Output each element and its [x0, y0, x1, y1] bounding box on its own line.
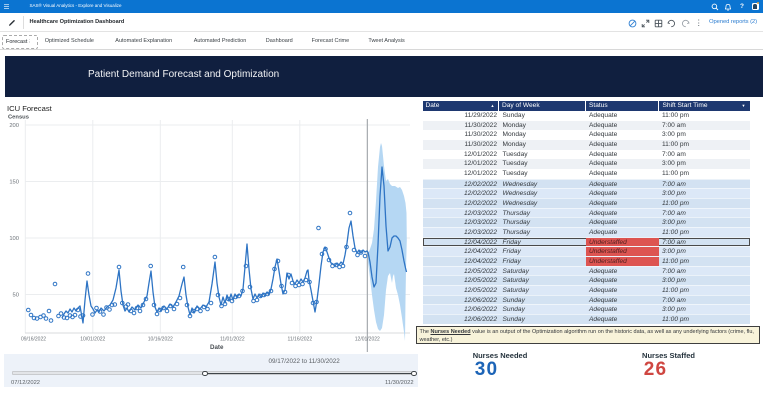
- svg-text:100: 100: [9, 236, 19, 242]
- svg-text:10/16/2022: 10/16/2022: [148, 337, 173, 343]
- svg-text:150: 150: [9, 180, 19, 186]
- svg-text:200: 200: [9, 123, 19, 129]
- svg-text:ICU Forecast: ICU Forecast: [7, 104, 53, 113]
- svg-text:50: 50: [13, 293, 19, 299]
- svg-text:11/01/2022: 11/01/2022: [220, 337, 245, 343]
- svg-text:11/16/2022: 11/16/2022: [287, 337, 312, 343]
- svg-text:09/16/2022: 09/16/2022: [21, 337, 46, 343]
- svg-text:Census: Census: [8, 115, 29, 121]
- svg-text:Date: Date: [210, 344, 224, 351]
- svg-text:10/01/2022: 10/01/2022: [80, 337, 105, 343]
- svg-text:12/01/2022: 12/01/2022: [355, 337, 380, 343]
